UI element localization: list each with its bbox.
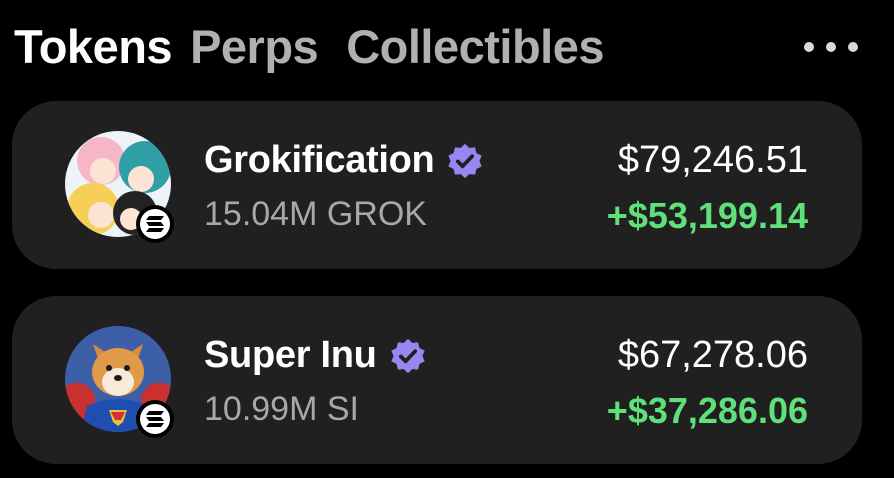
token-change: +$37,286.06 bbox=[606, 390, 808, 431]
token-name: Grokification bbox=[204, 139, 435, 181]
token-row-super-inu[interactable]: Super Inu 10.99M SI $67,278.06 +$37,286.… bbox=[12, 296, 862, 464]
more-horizontal-icon bbox=[804, 42, 814, 52]
solana-icon bbox=[136, 400, 174, 438]
more-horizontal-icon-dot bbox=[826, 42, 836, 52]
token-name-row: Super Inu bbox=[204, 334, 427, 377]
token-change: +$53,199.14 bbox=[606, 195, 808, 236]
token-amount: 10.99M SI bbox=[204, 390, 359, 428]
tab-tokens[interactable]: Tokens bbox=[14, 19, 173, 74]
token-name: Super Inu bbox=[204, 334, 377, 376]
more-horizontal-icon-dot bbox=[848, 42, 858, 52]
token-value: $79,246.51 bbox=[617, 139, 808, 181]
token-name-row: Grokification bbox=[204, 139, 484, 182]
verified-badge-icon bbox=[390, 338, 425, 373]
verified-badge-icon bbox=[448, 143, 483, 178]
token-row-grokification[interactable]: Grokification 15.04M GROK $79,246.51 +$5… bbox=[12, 101, 862, 269]
asset-tabs: Tokens Perps Collectibles bbox=[14, 14, 632, 78]
tab-collectibles[interactable]: Collectibles bbox=[346, 19, 604, 74]
solana-icon bbox=[136, 205, 174, 243]
tab-perps[interactable]: Perps bbox=[190, 19, 319, 74]
token-value: $67,278.06 bbox=[617, 334, 808, 376]
more-options-button[interactable] bbox=[804, 36, 858, 58]
token-amount: 15.04M GROK bbox=[204, 195, 427, 233]
